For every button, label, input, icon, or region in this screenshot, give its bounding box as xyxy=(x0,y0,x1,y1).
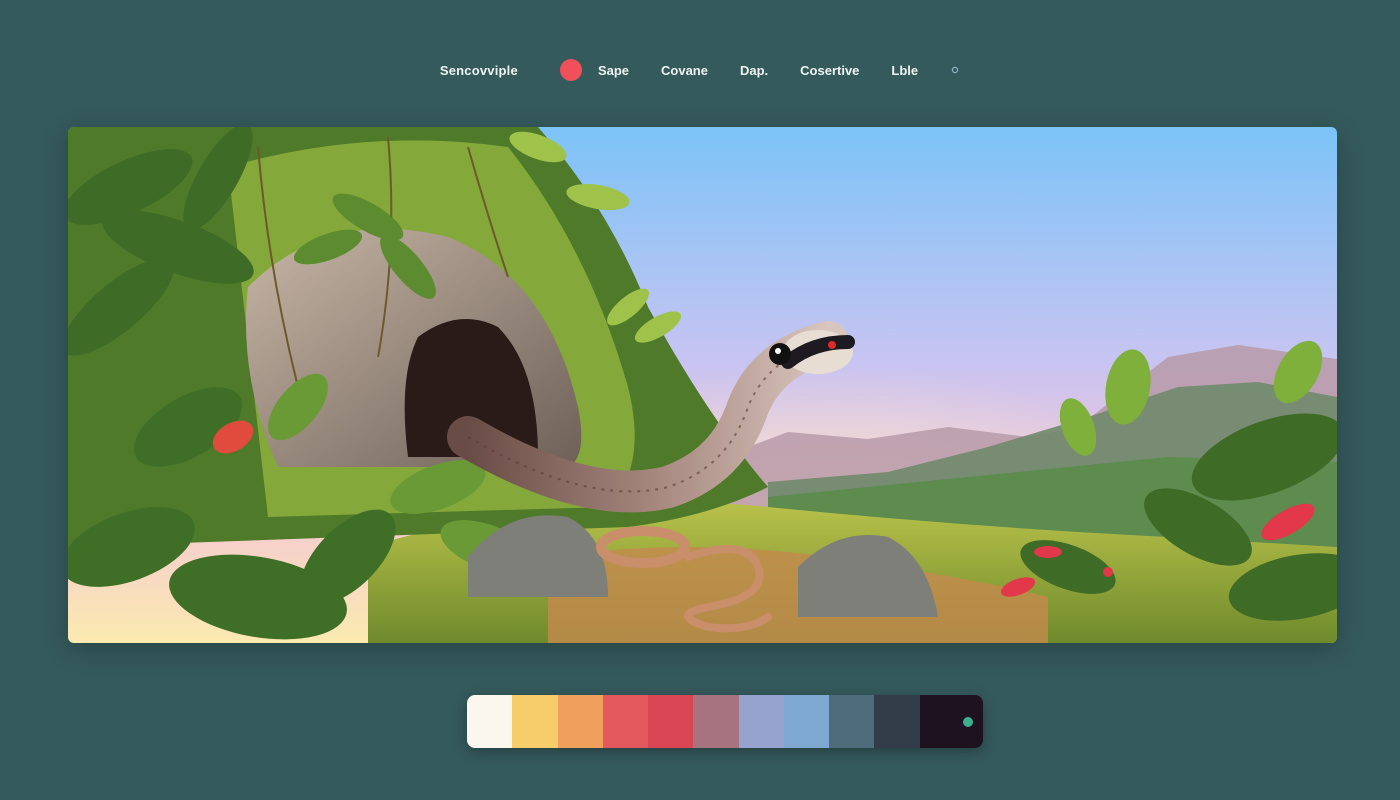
color-palette xyxy=(467,695,983,748)
hero-illustration xyxy=(68,127,1337,643)
nav-item-1[interactable]: Sape xyxy=(598,63,629,78)
color-swatch[interactable] xyxy=(602,695,649,748)
jungle-snake-illustration xyxy=(68,127,1337,643)
color-swatch[interactable] xyxy=(648,695,694,748)
small-circle-icon[interactable] xyxy=(950,65,960,75)
color-swatch[interactable] xyxy=(693,695,739,748)
top-navigation: Sencovviple Sape Covane Dap. Cosertive L… xyxy=(0,52,1400,88)
color-swatch[interactable] xyxy=(874,695,920,748)
brand-name[interactable]: Sencovviple xyxy=(440,63,518,78)
nav-item-3[interactable]: Dap. xyxy=(740,63,768,78)
color-swatch[interactable] xyxy=(467,695,513,748)
color-swatch[interactable] xyxy=(557,695,603,748)
nav-item-5[interactable]: Lble xyxy=(891,63,918,78)
color-swatch[interactable] xyxy=(829,695,875,748)
color-swatch[interactable] xyxy=(783,695,830,748)
nav-item-2[interactable]: Covane xyxy=(661,63,708,78)
color-swatch[interactable] xyxy=(738,695,784,748)
color-swatch[interactable] xyxy=(919,695,983,748)
accent-dot-icon xyxy=(559,59,582,81)
color-swatch[interactable] xyxy=(512,695,558,748)
nav-item-4[interactable]: Cosertive xyxy=(800,63,859,78)
selected-indicator-icon xyxy=(963,716,974,727)
